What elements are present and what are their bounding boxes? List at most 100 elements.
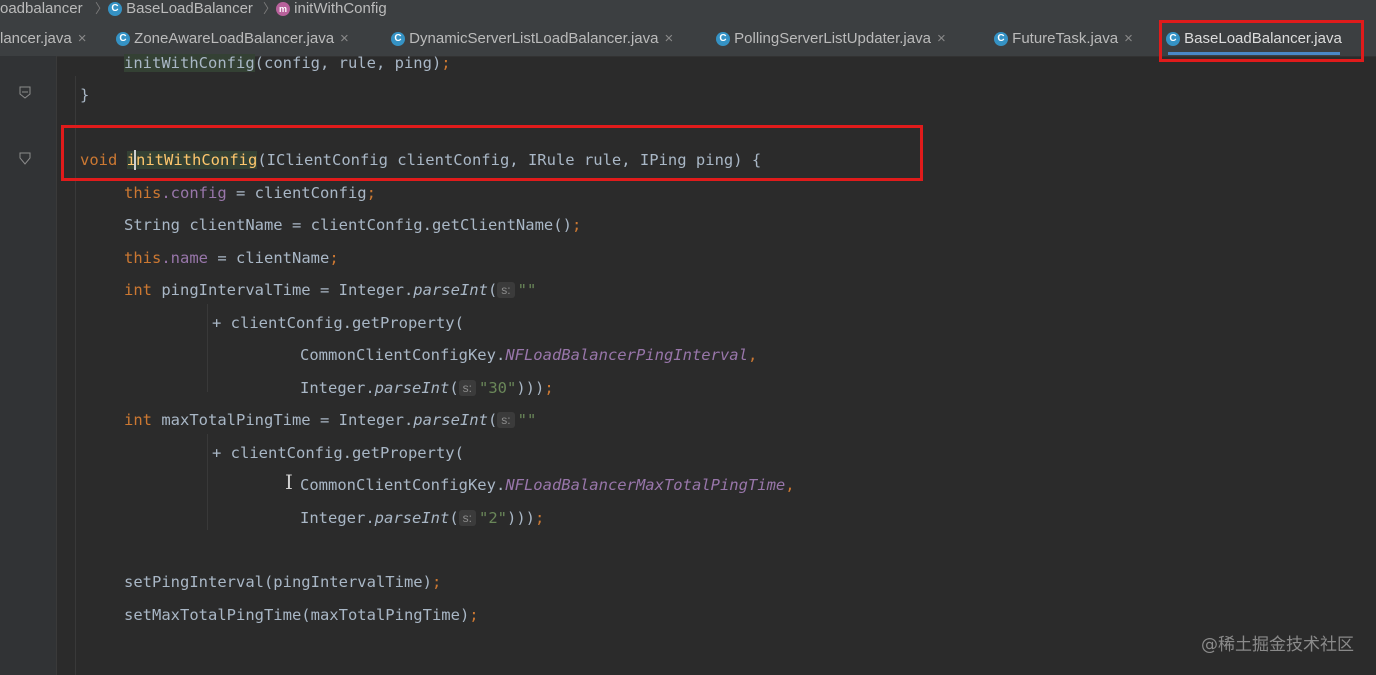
code-line: Integer.parseInt(s: "30"))); (300, 377, 554, 399)
code-token: CommonClientConfigKey. (300, 476, 506, 494)
close-icon[interactable]: × (664, 30, 673, 47)
code-token: ))) (507, 509, 535, 527)
code-token: parseInt (413, 411, 488, 429)
tab-label: PollingServerListUpdater.java (734, 30, 931, 47)
code-token: String clientName = clientConfig.getClie… (124, 216, 572, 234)
ibeam-cursor-icon: I (285, 470, 293, 494)
code-token: CommonClientConfigKey. (300, 346, 506, 364)
code-token: parseInt (374, 379, 450, 397)
code-token: ( (449, 509, 459, 527)
code-token: initWithConfig (124, 54, 255, 72)
class-icon: C (994, 32, 1008, 47)
code-token: maxTotalPingTime = Integer. (152, 411, 414, 429)
code-token: int (124, 411, 152, 429)
code-line: CommonClientConfigKey.NFLoadBalancerMaxT… (300, 474, 795, 496)
code-token: this (124, 184, 162, 202)
code-token: Integer. (300, 509, 375, 527)
code-token: NFLoadBalancerPingInterval (505, 346, 748, 364)
breadcrumb-class-label: BaseLoadBalancer (126, 0, 253, 17)
tab-label: lancer.java (0, 30, 72, 47)
code-token: ; (431, 573, 442, 591)
code-token: void (80, 151, 118, 169)
code-token: } (80, 86, 90, 104)
code-token: = clientConfig (226, 184, 367, 202)
code-line: Integer.parseInt(s: "2"))); (300, 507, 544, 529)
class-icon: C (716, 32, 730, 47)
code-line: + clientConfig.getProperty( (212, 442, 464, 464)
breadcrumb-method[interactable]: m initWithConfig (276, 0, 387, 17)
code-token: ))) (516, 379, 545, 397)
class-icon: C (116, 32, 130, 47)
indent-guide (75, 76, 76, 675)
close-icon[interactable]: × (78, 30, 87, 47)
class-icon: C (391, 32, 405, 47)
fold-icon[interactable] (18, 86, 32, 100)
code-token: , (747, 346, 758, 364)
method-icon: m (276, 2, 290, 17)
code-line: initWithConfig(config, rule, ping); (124, 52, 451, 74)
indent-guide (207, 434, 208, 530)
indent-guide (207, 304, 208, 392)
code-editor[interactable]: initWithConfig(config, rule, ping); } vo… (57, 54, 1376, 675)
code-token: ( (487, 281, 498, 299)
code-token: pingIntervalTime = Integer. (152, 281, 414, 299)
code-token: "30" (479, 379, 517, 397)
method-name: initWithConfig (126, 151, 258, 169)
code-line: int maxTotalPingTime = Integer.parseInt(… (124, 409, 536, 431)
class-icon: C (1166, 32, 1180, 47)
code-line: setMaxTotalPingTime(maxTotalPingTime); (124, 604, 479, 626)
tab-zoneawareloadbalancer[interactable]: C ZoneAwareLoadBalancer.java × (116, 20, 349, 56)
watermark: @稀土掘金技术社区 (1201, 635, 1354, 655)
code-line: this.config = clientConfig; (124, 182, 376, 204)
code-line: void initWithConfig(IClientConfig client… (80, 149, 761, 171)
close-icon[interactable]: × (340, 30, 349, 47)
code-token: (IClientConfig clientConfig, IRule rule,… (257, 151, 762, 169)
breadcrumb: oadbalancer 〉 C BaseLoadBalancer 〉 m ini… (0, 0, 1376, 20)
code-line: this.name = clientName; (124, 247, 339, 269)
breadcrumb-class[interactable]: C BaseLoadBalancer (108, 0, 253, 17)
breadcrumb-separator: 〉 (263, 1, 277, 16)
code-token: setPingInterval(pingIntervalTime) (124, 573, 432, 591)
code-token: ; (535, 509, 545, 527)
parameter-hint: s: (497, 412, 515, 428)
active-tab-indicator (1168, 52, 1340, 55)
code-token: ; (329, 249, 339, 267)
code-line: CommonClientConfigKey.NFLoadBalancerPing… (300, 344, 757, 366)
code-token: "" (517, 411, 537, 429)
tab-label: BaseLoadBalancer.java (1184, 30, 1342, 47)
parameter-hint: s: (458, 380, 476, 396)
code-token: ; (366, 184, 376, 202)
code-token: int (124, 281, 152, 299)
tab-dynamicserverlistloadbalancer[interactable]: C DynamicServerListLoadBalancer.java × (391, 20, 673, 56)
code-token: this (124, 249, 162, 267)
code-token: parseInt (374, 509, 450, 527)
code-line: String clientName = clientConfig.getClie… (124, 214, 581, 236)
tab-pollingserverlistupdater[interactable]: C PollingServerListUpdater.java × (716, 20, 946, 56)
code-token: ; (469, 606, 479, 624)
breadcrumb-method-label: initWithConfig (294, 0, 387, 17)
fold-icon[interactable] (18, 152, 32, 166)
code-token: ; (441, 54, 451, 72)
code-line: + clientConfig.getProperty( (212, 312, 464, 334)
code-token: Integer. (300, 379, 375, 397)
breadcrumb-separator: 〉 (95, 1, 109, 16)
tab-lancer[interactable]: lancer.java × (0, 20, 86, 56)
close-icon[interactable]: × (937, 30, 946, 47)
code-token: "" (517, 281, 537, 299)
parameter-hint: s: (458, 510, 476, 526)
tab-futuretask[interactable]: C FutureTask.java × (994, 20, 1133, 56)
code-token: .name (161, 249, 208, 267)
tab-label: DynamicServerListLoadBalancer.java (409, 30, 659, 47)
code-token: ( (449, 379, 459, 397)
code-token: ( (487, 411, 498, 429)
parameter-hint: s: (497, 282, 515, 298)
tab-baseloadbalancer[interactable]: C BaseLoadBalancer.java (1166, 20, 1342, 56)
breadcrumb-package[interactable]: oadbalancer (0, 0, 83, 17)
code-token: + clientConfig.getProperty( (212, 444, 464, 462)
code-token: NFLoadBalancerMaxTotalPingTime (505, 476, 786, 494)
code-token: "2" (479, 509, 507, 527)
close-icon[interactable]: × (1124, 30, 1133, 47)
class-icon: C (108, 2, 122, 17)
code-line: int pingIntervalTime = Integer.parseInt(… (124, 279, 536, 301)
code-line: } (80, 84, 89, 106)
